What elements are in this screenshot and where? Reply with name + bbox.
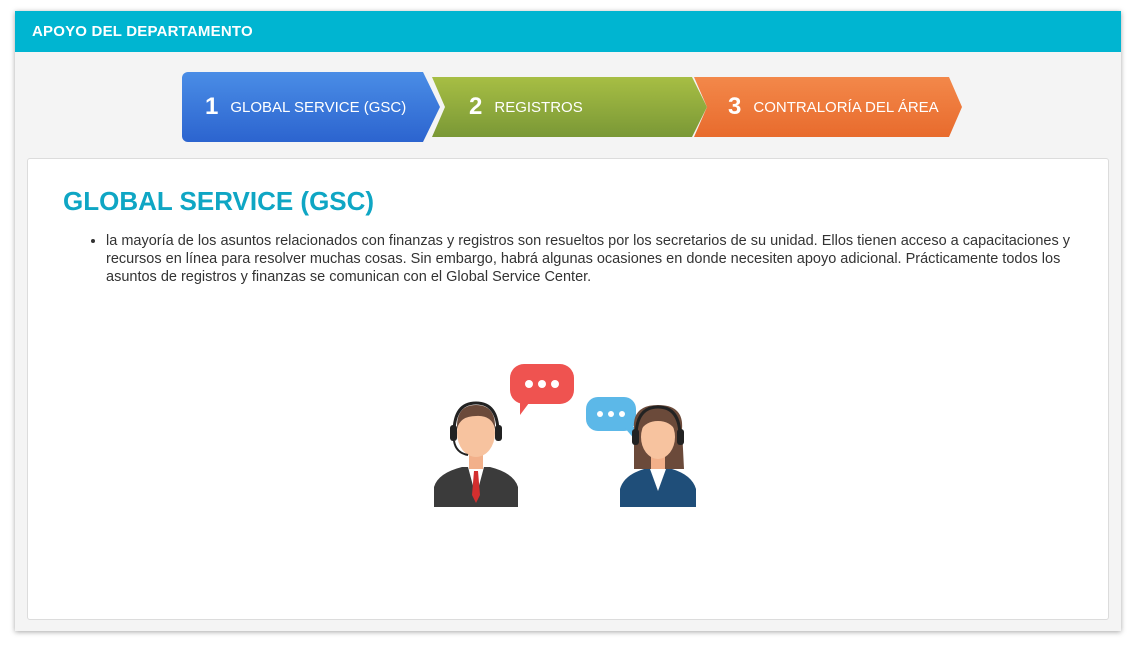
- bullet-list: la mayoría de los asuntos relacionados c…: [86, 232, 1096, 286]
- lesson-window: APOYO DEL DEPARTAMENTO 1 GLOBAL SERVICE …: [15, 11, 1121, 631]
- red-speech-bubble-icon: [510, 364, 574, 415]
- step-label: REGISTROS: [494, 98, 583, 116]
- step-number: 3: [728, 93, 742, 120]
- step-number: 2: [469, 93, 483, 120]
- window-title: APOYO DEL DEPARTAMENTO: [32, 23, 253, 40]
- step-label: CONTRALORÍA DEL ÁREA: [753, 98, 939, 116]
- support-agents-illustration: [434, 364, 696, 507]
- process-stepper: 1 GLOBAL SERVICE (GSC) 2 REGISTROS 3 CON…: [182, 72, 962, 142]
- male-agent-icon: [434, 401, 518, 507]
- content-heading: GLOBAL SERVICE (GSC): [63, 186, 375, 216]
- bullet-item: la mayoría de los asuntos relacionados c…: [106, 232, 1096, 286]
- blue-speech-bubble-icon: [586, 397, 636, 441]
- title-bar: APOYO DEL DEPARTAMENTO: [15, 11, 1121, 52]
- step-registros[interactable]: 2 REGISTROS: [432, 77, 707, 137]
- content-panel: GLOBAL SERVICE (GSC) la mayoría de los a…: [27, 158, 1109, 620]
- step-label: GLOBAL SERVICE (GSC): [230, 98, 407, 116]
- step-contraloria[interactable]: 3 CONTRALORÍA DEL ÁREA: [694, 77, 962, 137]
- step-number: 1: [205, 93, 219, 120]
- step-global-service[interactable]: 1 GLOBAL SERVICE (GSC): [182, 72, 440, 142]
